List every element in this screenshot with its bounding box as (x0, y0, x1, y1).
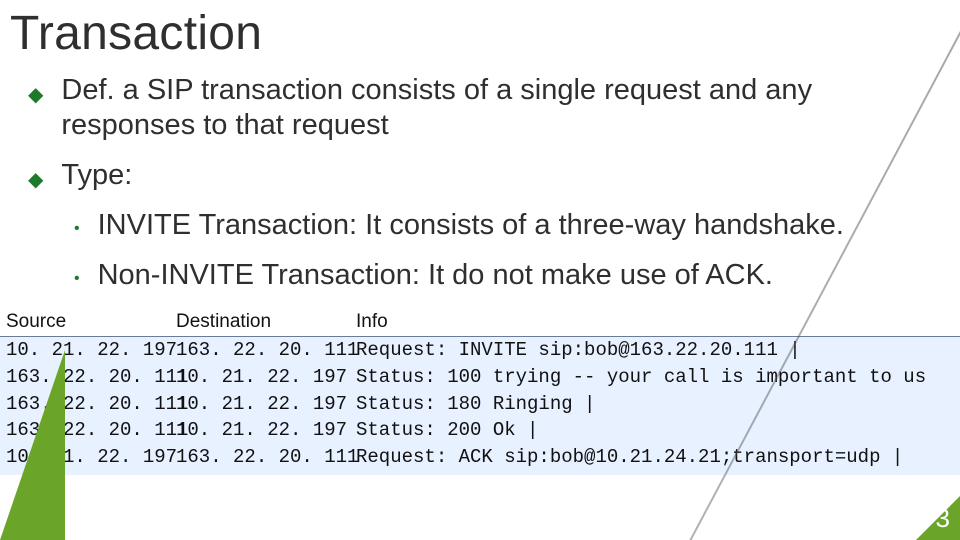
dot-bullet-icon: • (74, 219, 80, 239)
slide-title: Transaction (0, 0, 960, 61)
cell-destination: 10. 21. 22. 197 (176, 418, 356, 443)
diamond-bullet-icon: ◆ (28, 168, 43, 192)
sub-bullet-noninvite: • Non-INVITE Transaction: It do not make… (74, 257, 932, 293)
slide-body: ◆ Def. a SIP transaction consists of a s… (0, 73, 960, 294)
table-row: 10. 21. 22. 197 163. 22. 20. 111 Request… (0, 444, 960, 471)
page-number: 3 (936, 503, 950, 534)
sub-bullet-noninvite-text: Non-INVITE Transaction: It do not make u… (98, 257, 932, 293)
cell-destination: 163. 22. 20. 111 (176, 338, 356, 363)
table-row: 10. 21. 22. 197 163. 22. 20. 111 Request… (0, 337, 960, 364)
sub-bullet-invite-text: INVITE Transaction: It consists of a thr… (98, 207, 932, 243)
col-header-source: Source (0, 310, 176, 335)
diamond-bullet-icon: ◆ (28, 83, 43, 107)
cell-destination: 10. 21. 22. 197 (176, 392, 356, 417)
sub-bullet-invite: • INVITE Transaction: It consists of a t… (74, 207, 932, 243)
col-header-destination: Destination (176, 310, 356, 335)
table-row: 163. 22. 20. 111 10. 21. 22. 197 Status:… (0, 364, 960, 391)
cell-info: Status: 100 trying -- your call is impor… (356, 365, 960, 390)
cell-destination: 163. 22. 20. 111 (176, 445, 356, 470)
cell-info: Request: ACK sip:bob@10.21.24.21;transpo… (356, 445, 960, 470)
table-row: 163. 22. 20. 111 10. 21. 22. 197 Status:… (0, 391, 960, 418)
cell-destination: 10. 21. 22. 197 (176, 365, 356, 390)
cell-info: Status: 200 Ok | (356, 418, 960, 443)
cell-info: Request: INVITE sip:bob@163.22.20.111 | (356, 338, 960, 363)
packet-capture-table: Source Destination Info 10. 21. 22. 197 … (0, 308, 960, 475)
table-row: 163. 22. 20. 111 10. 21. 22. 197 Status:… (0, 417, 960, 444)
slide: Transaction ◆ Def. a SIP transaction con… (0, 0, 960, 540)
col-header-info: Info (356, 310, 960, 335)
packet-table-header: Source Destination Info (0, 308, 960, 338)
bullet-type-text: Type: (61, 158, 932, 193)
cell-info: Status: 180 Ringing | (356, 392, 960, 417)
bullet-definition-text: Def. a SIP transaction consists of a sin… (61, 73, 932, 144)
dot-bullet-icon: • (74, 269, 80, 289)
bullet-type: ◆ Type: (28, 158, 932, 193)
bullet-definition: ◆ Def. a SIP transaction consists of a s… (28, 73, 932, 144)
accent-triangle (0, 350, 65, 540)
